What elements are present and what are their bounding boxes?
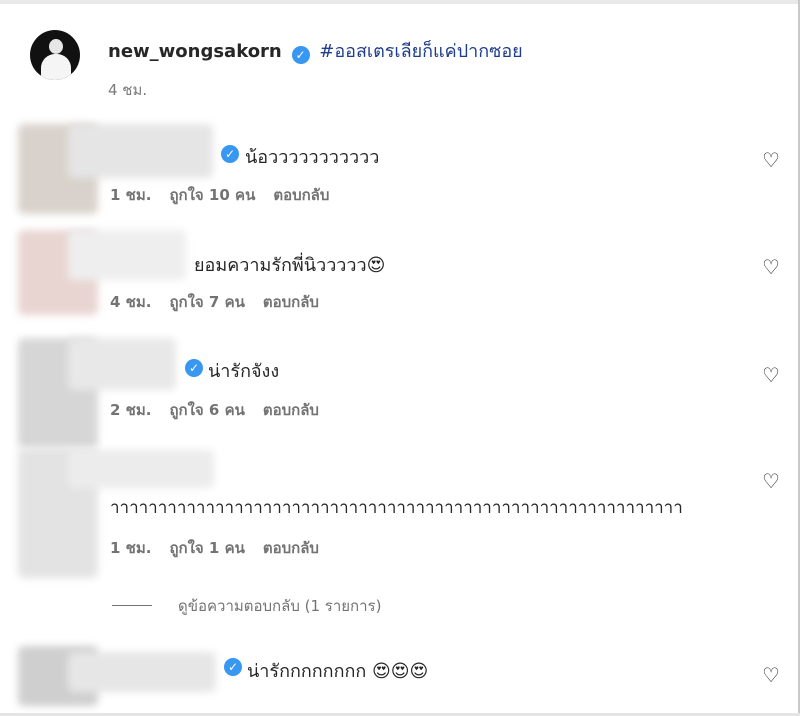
- comment-item: ✓ น่ารักกกกกกกก 😍😍😍 ♡: [0, 640, 800, 716]
- post-caption: new_wongsakorn ✓ #ออสเตรเลียก็แค่ปากซอย …: [30, 30, 770, 100]
- reply-button[interactable]: ตอบกลับ: [263, 539, 319, 557]
- caption-timestamp[interactable]: 4 ชม.: [108, 78, 147, 102]
- comment-text: น่ารักกกกกกกก 😍😍😍: [247, 661, 429, 682]
- caption-line: new_wongsakorn ✓ #ออสเตรเลียก็แค่ปากซอย: [108, 36, 523, 65]
- reply-button[interactable]: ตอบกลับ: [263, 293, 319, 311]
- comment-time[interactable]: 1 ชม.: [110, 186, 151, 204]
- reply-button[interactable]: ตอบกลับ: [263, 401, 319, 419]
- comment-likes[interactable]: ถูกใจ 1 คน: [169, 539, 244, 557]
- view-replies-label: ดูข้อความตอบกลับ (1 รายการ): [178, 597, 382, 615]
- avatar[interactable]: [30, 30, 80, 80]
- comment-likes[interactable]: ถูกใจ 7 คน: [169, 293, 244, 311]
- comment-item: ✓ น่ารักจังง 2 ชม. ถูกใจ 6 คน ตอบกลับ ♡: [0, 338, 800, 448]
- verified-icon: ✓: [221, 145, 239, 163]
- comment-text: ยอมความรักพี่นิววววว😍: [194, 255, 386, 276]
- blurred-username: [68, 338, 176, 390]
- comment-item: าาาาาาาาาาาาาาาาาาาาาาาาาาาาาาาาาาาาาาาา…: [0, 448, 800, 578]
- blurred-username: [68, 230, 186, 280]
- verified-icon: ✓: [185, 359, 203, 377]
- heart-outline-icon[interactable]: ♡: [760, 256, 782, 278]
- comment-item: ✓ น้อววววววววววว 1 ชม. ถูกใจ 10 คน ตอบกลับ…: [0, 124, 800, 214]
- hashtag-link[interactable]: #ออสเตรเลียก็แค่ปากซอย: [319, 41, 522, 62]
- heart-outline-icon[interactable]: ♡: [760, 149, 782, 171]
- verified-icon: ✓: [224, 658, 242, 676]
- view-replies-button[interactable]: ดูข้อความตอบกลับ (1 รายการ): [112, 594, 381, 618]
- heart-outline-icon[interactable]: ♡: [760, 364, 782, 386]
- comment-meta: 1 ชม. ถูกใจ 1 คน ตอบกลับ: [110, 536, 337, 560]
- comment-text: าาาาาาาาาาาาาาาาาาาาาาาาาาาาาาาาาาาาาาาา…: [110, 498, 683, 518]
- comment-meta: 2 ชม. ถูกใจ 6 คน ตอบกลับ: [110, 398, 337, 422]
- comment-time[interactable]: 1 ชม.: [110, 539, 151, 557]
- comment-time[interactable]: 2 ชม.: [110, 401, 151, 419]
- comment-likes[interactable]: ถูกใจ 6 คน: [169, 401, 244, 419]
- comment-meta: 4 ชม. ถูกใจ 7 คน ตอบกลับ: [110, 290, 337, 314]
- blurred-username: [68, 450, 214, 488]
- comment-likes[interactable]: ถูกใจ 10 คน: [169, 186, 255, 204]
- comment-text: น้อววววววววววว: [245, 147, 380, 168]
- window-top-edge: [0, 0, 800, 4]
- comment-meta: 1 ชม. ถูกใจ 10 คน ตอบกลับ: [110, 183, 347, 207]
- comment-text: น่ารักจังง: [208, 361, 280, 382]
- username-link[interactable]: new_wongsakorn: [108, 41, 282, 62]
- heart-outline-icon[interactable]: ♡: [760, 470, 782, 492]
- blurred-username: [68, 652, 216, 692]
- reply-button[interactable]: ตอบกลับ: [273, 186, 329, 204]
- comment-item: ยอมความรักพี่นิววววว😍 4 ชม. ถูกใจ 7 คน ตอบ…: [0, 230, 800, 320]
- verified-icon: ✓: [291, 46, 310, 64]
- comment-time[interactable]: 4 ชม.: [110, 293, 151, 311]
- heart-outline-icon[interactable]: ♡: [760, 664, 782, 686]
- blurred-username: [68, 124, 213, 178]
- reply-divider: [112, 605, 152, 606]
